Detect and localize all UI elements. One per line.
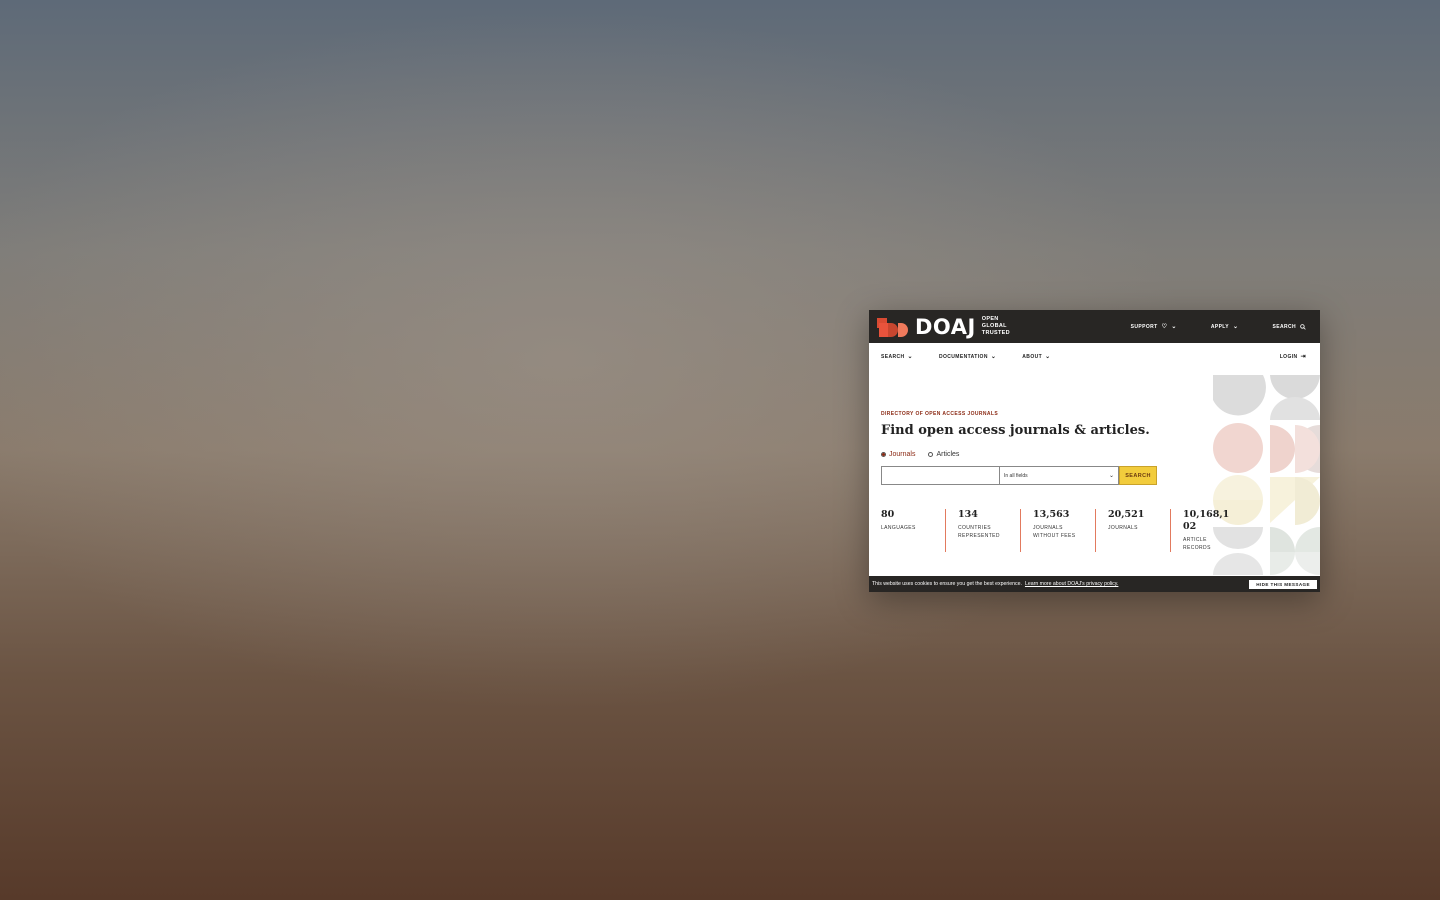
chevron-down-icon: ⌄ (1171, 323, 1177, 330)
top-actions: SUPPORT ♡ ⌄ APPLY ⌄ SEARCH (1131, 324, 1312, 330)
stat-journals: 20,521 JOURNALS (1095, 509, 1170, 552)
page-title: Find open access journals & articles. (881, 423, 1150, 438)
search-button[interactable]: SEARCH (1119, 466, 1157, 485)
privacy-policy-link[interactable]: Learn more about DOAJ's privacy policy. (1025, 581, 1118, 587)
cookie-text: This website uses cookies to ensure you … (872, 581, 1022, 587)
logo-text: DOAJ (915, 314, 976, 339)
stats-row: 80 LANGUAGES 134 COUNTRIES REPRESENTED 1… (881, 509, 1243, 552)
login-link[interactable]: LOGIN ⇥ (1280, 354, 1306, 360)
chevron-down-icon: ⌄ (907, 354, 913, 360)
chevron-down-icon: ⌄ (1108, 472, 1114, 479)
chevron-down-icon: ⌄ (1233, 323, 1239, 330)
logo-mark-icon (877, 317, 911, 337)
search-icon (1300, 323, 1306, 330)
stat-journals-no-fees: 13,563 JOURNALS WITHOUT FEES (1020, 509, 1095, 552)
stat-languages: 80 LANGUAGES (881, 509, 916, 531)
search-form: In all fields ⌄ SEARCH (881, 466, 1157, 485)
radio-button-selected[interactable] (881, 452, 886, 457)
top-bar: DOAJ OPEN GLOBAL TRUSTED SUPPORT ♡ ⌄ APP… (869, 310, 1320, 343)
heart-icon: ♡ (1161, 323, 1168, 330)
radio-articles[interactable]: Articles (928, 451, 959, 458)
login-icon: ⇥ (1300, 354, 1306, 360)
hero-section: DIRECTORY OF OPEN ACCESS JOURNALS Find o… (869, 371, 1320, 575)
radio-button[interactable] (928, 452, 934, 457)
nav-documentation[interactable]: DOCUMENTATION ⌄ (939, 354, 996, 360)
search-type-radios: Journals Articles (881, 451, 972, 458)
chevron-down-icon: ⌄ (1045, 354, 1051, 360)
support-menu[interactable]: SUPPORT ♡ ⌄ (1131, 324, 1177, 330)
field-select[interactable]: In all fields ⌄ (999, 466, 1119, 485)
radio-journals[interactable]: Journals (881, 451, 915, 458)
cookie-banner: This website uses cookies to ensure you … (869, 576, 1320, 592)
tagline: OPEN GLOBAL TRUSTED (981, 316, 1010, 336)
chevron-down-icon: ⌄ (990, 354, 997, 360)
eyebrow-label: DIRECTORY OF OPEN ACCESS JOURNALS (881, 411, 999, 417)
apply-menu[interactable]: APPLY ⌄ (1211, 324, 1239, 330)
hide-message-button[interactable]: HIDE THIS MESSAGE (1249, 579, 1317, 589)
stat-countries: 134 COUNTRIES REPRESENTED (945, 509, 1020, 552)
doaj-logo[interactable]: DOAJ OPEN GLOBAL TRUSTED (877, 315, 1010, 339)
nav-search[interactable]: SEARCH ⌄ (881, 354, 913, 360)
main-nav: SEARCH ⌄ DOCUMENTATION ⌄ ABOUT ⌄ LOGIN ⇥ (869, 343, 1320, 371)
stat-article-records: 10,168,102 ARTICLE RECORDS (1170, 509, 1243, 552)
browser-window: DOAJ OPEN GLOBAL TRUSTED SUPPORT ♡ ⌄ APP… (869, 310, 1320, 592)
search-input[interactable] (881, 466, 999, 485)
nav-about[interactable]: ABOUT ⌄ (1022, 354, 1050, 360)
top-search-button[interactable]: SEARCH (1272, 324, 1306, 330)
